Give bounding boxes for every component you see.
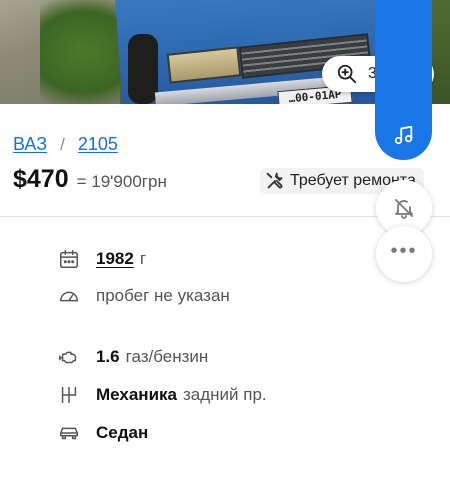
spec-engine: 1.6 газ/бензин — [58, 346, 208, 368]
speedometer-icon — [58, 285, 80, 307]
price-uah: = 19'900грн — [76, 172, 167, 191]
wrench-screwdriver-icon — [266, 172, 283, 189]
engine-volume: 1.6 — [96, 347, 120, 366]
spec-transmission: Механика задний пр. — [58, 384, 267, 406]
body-type: Седан — [96, 423, 149, 442]
photo-car-wheel — [128, 34, 158, 104]
more-options-button[interactable]: ••• — [376, 226, 432, 282]
mileage-text: пробег не указан — [96, 286, 230, 305]
more-dots-icon: ••• — [390, 240, 418, 262]
engine-icon — [58, 346, 80, 368]
spec-body-type: Седан — [58, 422, 148, 444]
spec-year: 1982 г — [58, 248, 146, 270]
car-body-icon — [58, 422, 80, 444]
spec-mileage: пробег не указан — [58, 285, 230, 307]
year-value[interactable]: 1982 — [96, 249, 134, 269]
zoom-in-icon — [337, 64, 357, 84]
music-player-button[interactable] — [375, 0, 432, 160]
music-note-icon — [394, 125, 412, 145]
year-unit: г — [139, 249, 147, 268]
breadcrumb-model-link[interactable]: 2105 — [78, 134, 118, 155]
price-usd: $470 — [13, 165, 69, 193]
bell-off-icon — [395, 199, 413, 219]
breadcrumb: ВАЗ / 2105 — [13, 134, 118, 155]
calendar-icon — [58, 248, 80, 270]
breadcrumb-brand-link[interactable]: ВАЗ — [13, 134, 47, 155]
transmission-type: Механика — [96, 385, 177, 404]
drive-type: задний пр. — [182, 385, 267, 404]
gearbox-icon — [58, 384, 80, 406]
breadcrumb-separator: / — [60, 134, 65, 154]
price-row: $470 = 19'900грн — [13, 165, 167, 194]
fuel-type: газ/бензин — [125, 347, 209, 366]
